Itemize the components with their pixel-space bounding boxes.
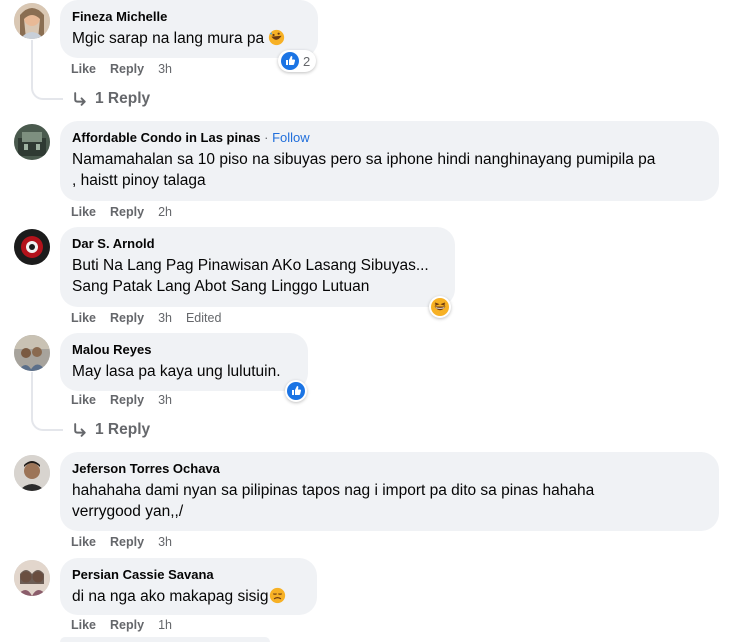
rofl-emoji	[268, 29, 285, 52]
sad-face-emoji	[269, 587, 286, 610]
author-name[interactable]: Dar S. Arnold	[72, 235, 443, 252]
reaction-summary[interactable]	[285, 380, 307, 402]
avatar[interactable]	[14, 455, 50, 491]
comment-actions: Like Reply 3h	[71, 62, 186, 76]
like-button[interactable]: Like	[71, 205, 96, 219]
comment-actions: Like Reply 3h	[71, 393, 186, 407]
comment-actions: Like Reply 1h	[71, 618, 186, 632]
reaction-summary[interactable]	[429, 296, 451, 318]
view-replies-button[interactable]: 1 Reply	[72, 421, 150, 439]
like-button[interactable]: Like	[71, 393, 96, 407]
reply-button[interactable]: Reply	[110, 618, 144, 632]
avatar[interactable]	[14, 560, 50, 596]
timestamp[interactable]: 3h	[158, 535, 172, 549]
avatar[interactable]	[14, 124, 50, 160]
comment-bubble: Fineza Michelle Mgic sarap na lang mura …	[60, 0, 318, 58]
like-button[interactable]: Like	[71, 618, 96, 632]
comment-actions: Like Reply 3h	[71, 535, 186, 549]
comment-bubble: Persian Cassie Savana di na nga ako maka…	[60, 558, 317, 615]
comment-text: Namamahalan sa 10 piso na sibuyas pero s…	[72, 151, 656, 189]
reply-button[interactable]: Reply	[110, 535, 144, 549]
comment-text: di na nga ako makapag sisig	[72, 586, 305, 610]
author-name[interactable]: Affordable Condo in Las pinas · Follow	[72, 129, 707, 146]
reply-arrow-icon	[74, 422, 86, 437]
like-button[interactable]: Like	[71, 311, 96, 325]
reaction-summary[interactable]: 2	[278, 50, 317, 72]
next-comment-bubble-edge	[60, 637, 270, 642]
comment-text: May lasa pa kaya ung lulutuin.	[72, 363, 281, 380]
avatar[interactable]	[14, 335, 50, 371]
comment-actions: Like Reply 3h Edited	[71, 311, 235, 325]
thread-connector	[31, 372, 63, 431]
avatar[interactable]	[14, 3, 50, 39]
reply-button[interactable]: Reply	[110, 205, 144, 219]
reply-arrow-icon	[74, 91, 86, 106]
comment-bubble: Malou Reyes May lasa pa kaya ung lulutui…	[60, 333, 308, 391]
author-name[interactable]: Persian Cassie Savana	[72, 566, 305, 583]
comment-bubble: Dar S. Arnold Buti Na Lang Pag Pinawisan…	[60, 227, 455, 307]
comment-text: Mgic sarap na lang mura pa	[72, 28, 306, 52]
timestamp[interactable]: 3h	[158, 393, 172, 407]
comment-actions: Like Reply 2h	[71, 205, 186, 219]
avatar[interactable]	[14, 229, 50, 265]
comment-bubble: Affordable Condo in Las pinas · Follow N…	[60, 121, 719, 201]
haha-reaction-icon	[431, 298, 449, 316]
comment-text: hahahaha dami nyan sa pilipinas tapos na…	[72, 482, 595, 520]
view-replies-button[interactable]: 1 Reply	[72, 90, 150, 108]
like-button[interactable]: Like	[71, 535, 96, 549]
comment-text: Buti Na Lang Pag Pinawisan AKo Lasang Si…	[72, 257, 429, 295]
timestamp[interactable]: 3h	[158, 62, 172, 76]
like-reaction-icon	[287, 382, 305, 400]
timestamp[interactable]: 1h	[158, 618, 172, 632]
reply-button[interactable]: Reply	[110, 62, 144, 76]
like-button[interactable]: Like	[71, 62, 96, 76]
author-name[interactable]: Malou Reyes	[72, 341, 296, 358]
comment-thread: Fineza Michelle Mgic sarap na lang mura …	[0, 0, 750, 642]
author-name[interactable]: Fineza Michelle	[72, 8, 306, 25]
edited-label: Edited	[185, 311, 222, 325]
thread-connector	[31, 40, 63, 100]
like-reaction-icon	[281, 52, 299, 70]
timestamp[interactable]: 2h	[158, 205, 172, 219]
reply-button[interactable]: Reply	[110, 393, 144, 407]
follow-button[interactable]: Follow	[272, 130, 310, 145]
author-name[interactable]: Jeferson Torres Ochava	[72, 460, 707, 477]
timestamp[interactable]: 3h	[158, 311, 172, 325]
comment-bubble: Jeferson Torres Ochava hahahaha dami nya…	[60, 452, 719, 531]
reaction-count: 2	[303, 53, 311, 69]
separator-dot: ·	[264, 130, 269, 145]
reply-button[interactable]: Reply	[110, 311, 144, 325]
